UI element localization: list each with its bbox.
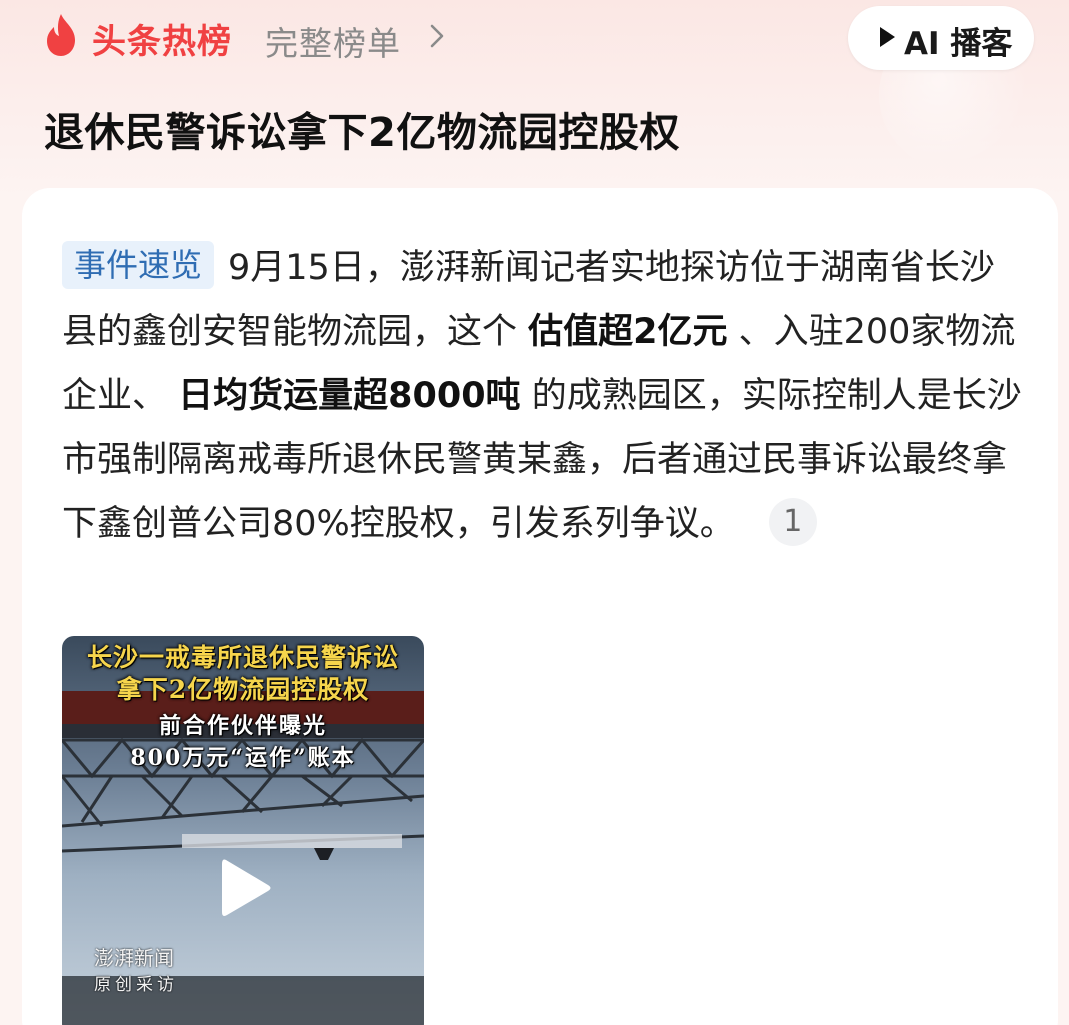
summary-highlight-freight: 日均货运量超8000吨 (178, 376, 521, 416)
play-icon (880, 27, 895, 47)
video-caption-line-4: 800万元“运作”账本 (130, 745, 356, 771)
video-thumbnail[interactable]: 长沙一戒毒所退休民警诉讼 拿下2亿物流园控股权 前合作伙伴曝光 800万元“运作… (62, 636, 424, 1025)
full-list-link[interactable]: 完整榜单 (265, 17, 401, 65)
video-watermark-label: 原创采访 (94, 975, 178, 995)
flame-logo-icon (47, 14, 75, 56)
video-caption-line-1: 长沙一戒毒所退休民警诉讼 (86, 643, 399, 672)
page-title: 退休民警诉讼拿下2亿物流园控股权 (44, 110, 680, 156)
event-card: 事件速览 9月15日，澎湃新闻记者实地探访位于湖南省长沙县的鑫创安智能物流园，这个… (22, 188, 1058, 1025)
ai-podcast-label: AI 播客 (904, 26, 1013, 62)
event-summary: 事件速览 9月15日，澎湃新闻记者实地探访位于湖南省长沙县的鑫创安智能物流园，这个… (62, 236, 1022, 556)
video-caption-line-2: 拿下2亿物流园控股权 (116, 675, 370, 704)
ai-podcast-button[interactable]: AI 播客 (848, 6, 1034, 70)
video-watermark-brand: 澎湃新闻 (94, 946, 174, 970)
top-bar: 头条热榜 完整榜单 AI 播客 (0, 0, 1069, 80)
chevron-right-icon[interactable] (430, 24, 444, 48)
event-overview-tag: 事件速览 (62, 241, 215, 289)
video-play-icon[interactable] (218, 854, 274, 922)
citation-badge[interactable]: 1 (768, 498, 817, 546)
video-caption-line-3: 前合作伙伴曝光 (158, 713, 327, 739)
summary-highlight-valuation: 估值超2亿元 (528, 312, 728, 352)
brand-title[interactable]: 头条热榜 (92, 14, 232, 63)
